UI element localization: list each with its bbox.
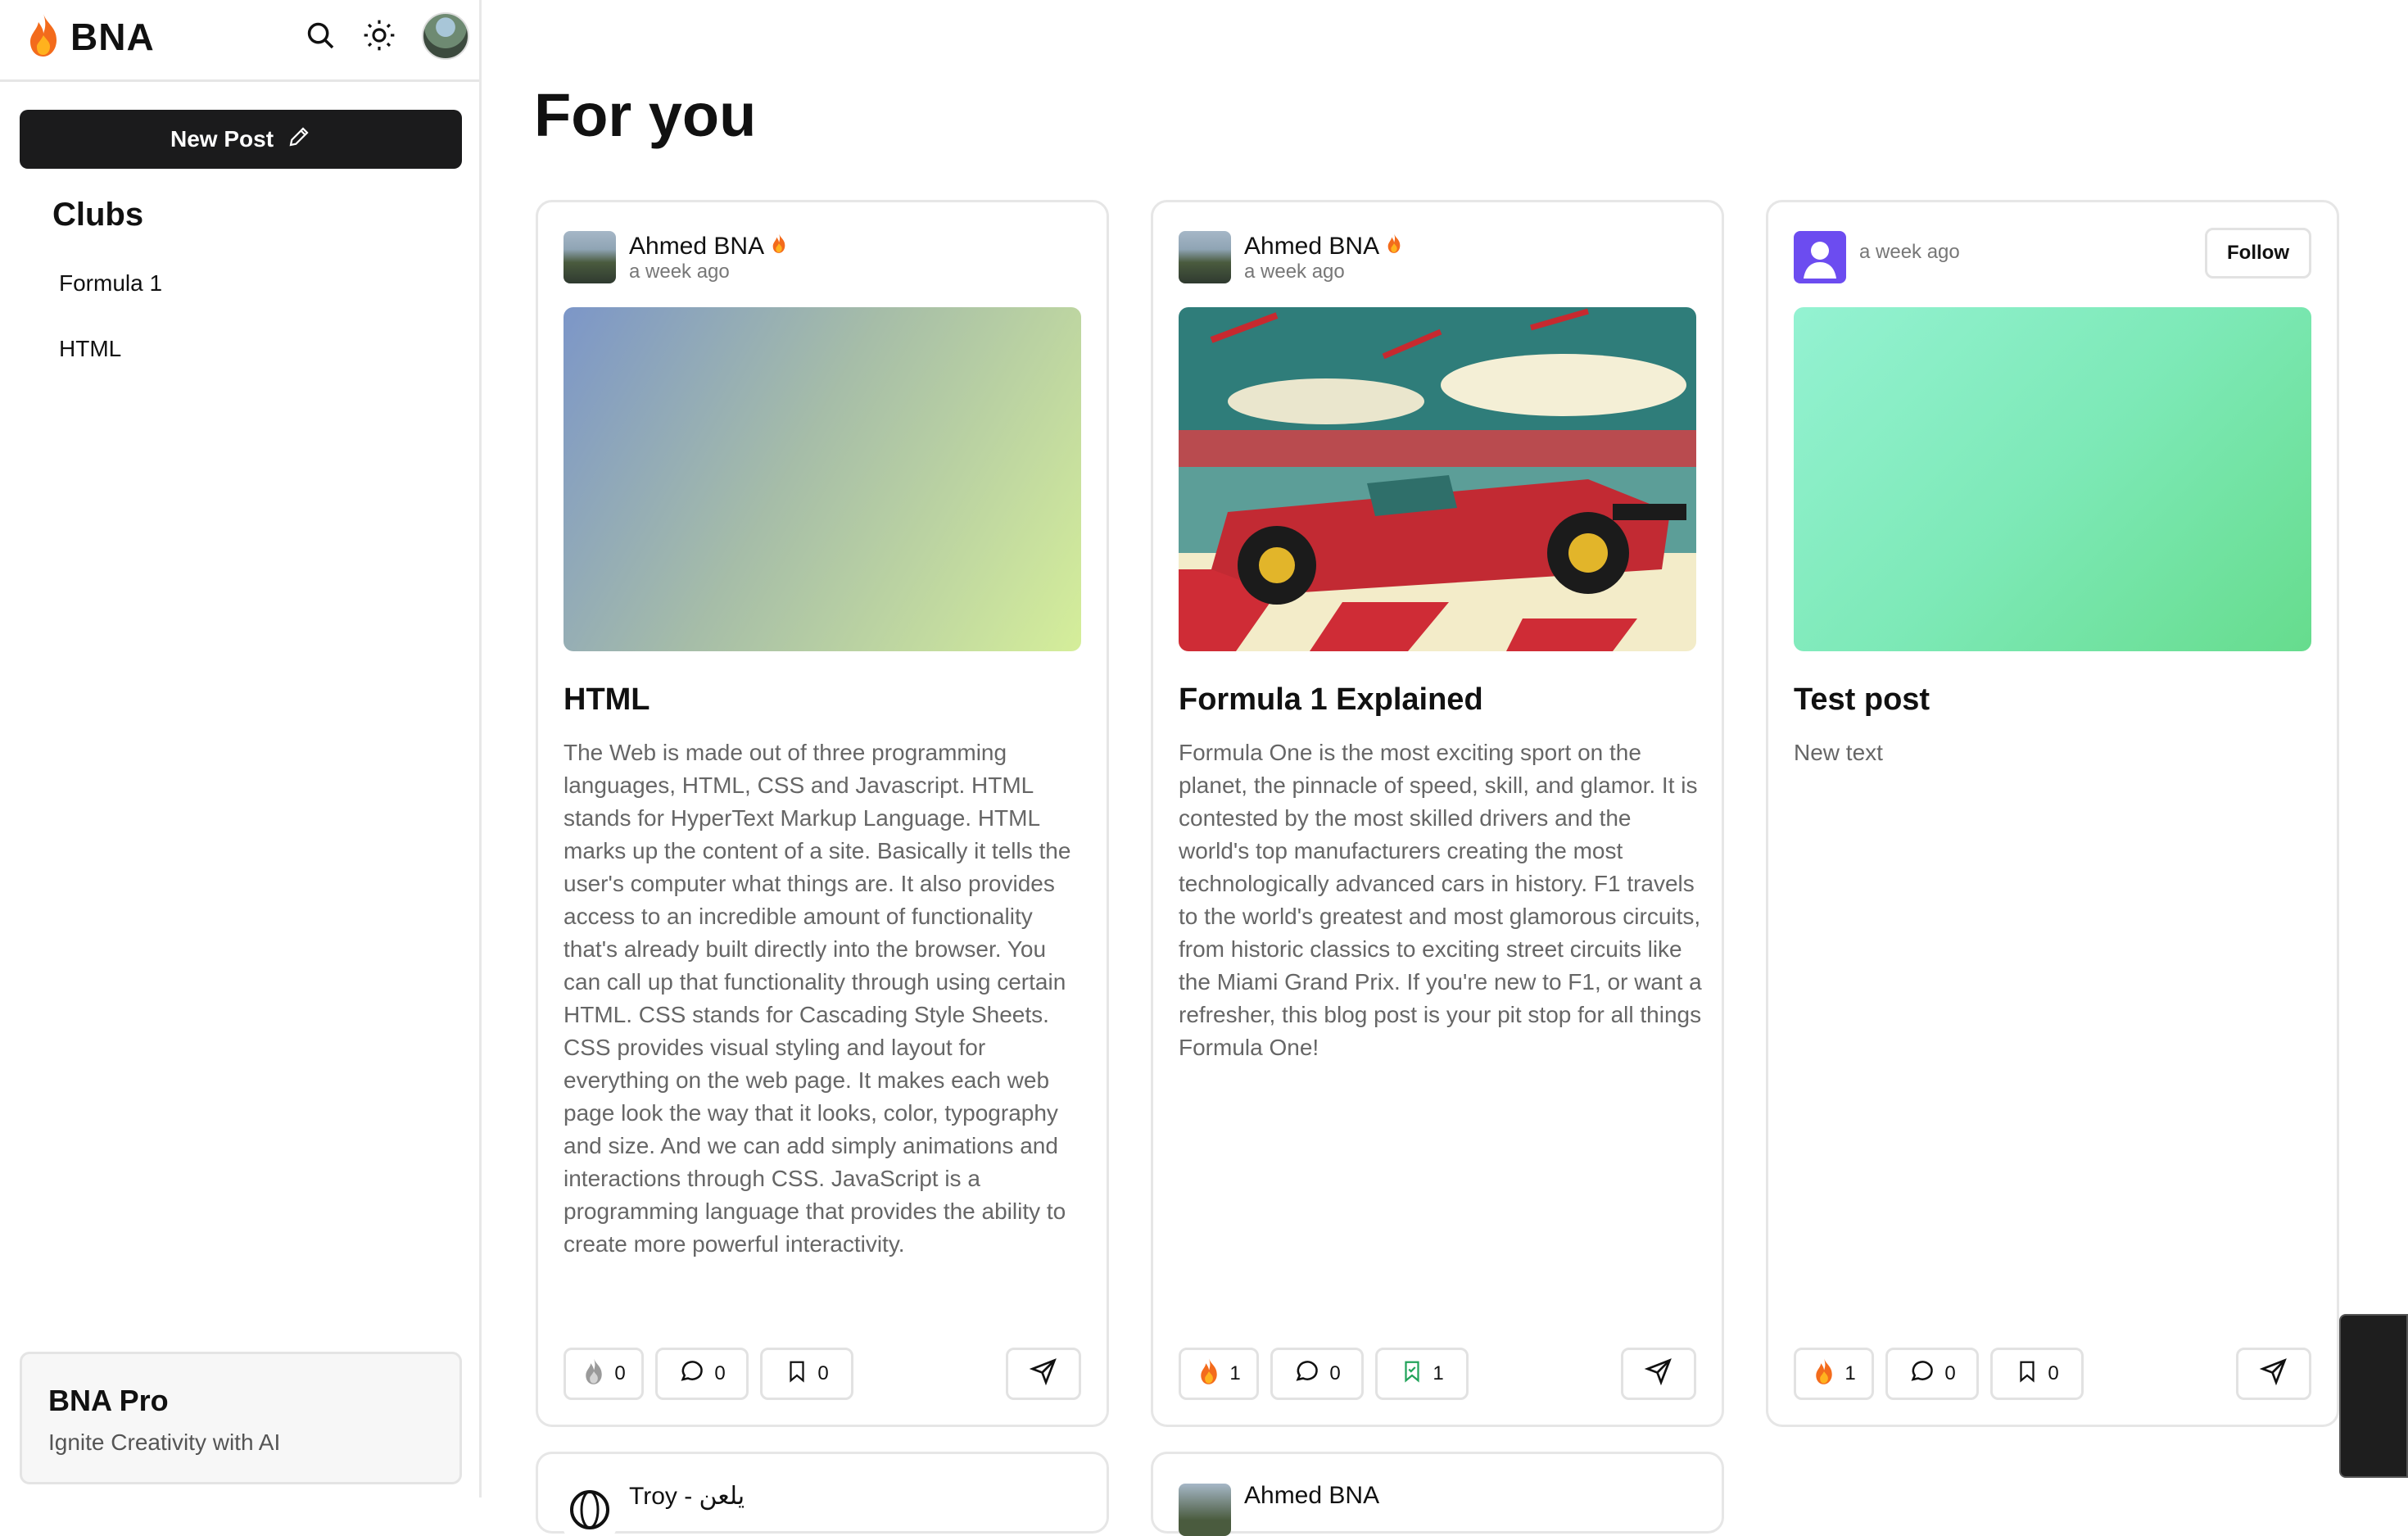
flame-icon [770, 233, 788, 260]
pencil-icon [287, 125, 311, 155]
comment-count: 0 [1944, 1362, 1956, 1384]
post-title[interactable]: HTML [564, 682, 650, 718]
post-title[interactable]: Test post [1794, 682, 1930, 718]
post-card[interactable]: Ahmed BNA a week ago Formula 1 Explained… [1151, 200, 1724, 1427]
post-card[interactable]: Ahmed BNA [1151, 1452, 1724, 1536]
page-title: For you [534, 81, 757, 149]
like-button[interactable]: 0 [564, 1348, 644, 1400]
search-icon[interactable] [301, 16, 339, 54]
bookmark-button[interactable]: 1 [1375, 1348, 1469, 1400]
comment-icon [1908, 1357, 1936, 1391]
post-actions: 0 0 0 [564, 1348, 1081, 1400]
comment-count: 0 [1329, 1362, 1341, 1384]
user-icon [1804, 242, 1836, 279]
follow-button[interactable]: Follow [2205, 228, 2311, 279]
share-button[interactable] [1621, 1348, 1696, 1400]
comment-button[interactable]: 0 [1270, 1348, 1364, 1400]
post-cover-image[interactable] [1794, 307, 2311, 651]
comment-count: 0 [714, 1362, 726, 1384]
share-button[interactable] [1006, 1348, 1081, 1400]
comment-icon [678, 1357, 706, 1391]
like-count: 1 [1229, 1362, 1241, 1384]
post-excerpt: The Web is made out of three programming… [564, 740, 1071, 1257]
flame-icon [1197, 1357, 1221, 1391]
user-avatar[interactable] [422, 12, 469, 60]
post-header: a week ago Follow [1794, 228, 2311, 287]
sun-icon[interactable] [360, 16, 398, 54]
like-button[interactable]: 1 [1794, 1348, 1874, 1400]
comment-button[interactable]: 0 [1885, 1348, 1979, 1400]
post-header: Ahmed BNA a week ago [564, 228, 1081, 287]
post-time: a week ago [629, 261, 730, 283]
bookmark-check-icon [1400, 1357, 1424, 1391]
race-car-illustration [1179, 307, 1696, 651]
comment-button[interactable]: 0 [655, 1348, 749, 1400]
post-excerpt: Formula One is the most exciting sport o… [1179, 740, 1702, 1060]
author-avatar[interactable] [564, 231, 616, 283]
author-name[interactable]: Ahmed BNA [629, 233, 788, 261]
bookmark-icon [785, 1357, 809, 1391]
post-excerpt: New text [1794, 740, 1883, 765]
pro-title: BNA Pro [48, 1384, 169, 1417]
pro-card[interactable]: BNA Pro Ignite Creativity with AI [20, 1352, 462, 1484]
author-avatar[interactable] [564, 1484, 616, 1536]
post-actions: 1 0 1 [1179, 1348, 1696, 1400]
globe-icon [570, 1490, 609, 1529]
brand-logo[interactable]: BNA [23, 8, 155, 66]
comment-icon [1293, 1357, 1321, 1391]
send-icon [1644, 1357, 1673, 1392]
new-post-label: New Post [170, 126, 274, 152]
post-card[interactable]: Ahmed BNA a week ago HTML The Web is mad… [536, 200, 1109, 1427]
post-card[interactable]: Troy - يلعن [536, 1452, 1109, 1536]
top-bar: BNA [0, 0, 479, 82]
flame-outline-icon [582, 1357, 606, 1391]
send-icon [1029, 1357, 1058, 1392]
new-post-button[interactable]: New Post [20, 110, 462, 169]
author-avatar[interactable] [1794, 231, 1846, 283]
flame-icon [1812, 1357, 1836, 1391]
post-title[interactable]: Formula 1 Explained [1179, 682, 1483, 718]
bookmark-count: 1 [1433, 1362, 1444, 1384]
post-cover-image[interactable] [564, 307, 1081, 651]
like-count: 0 [614, 1362, 626, 1384]
club-item-html[interactable]: HTML [59, 336, 121, 362]
pro-subtitle: Ignite Creativity with AI [48, 1430, 281, 1455]
floating-preview-thumbnail[interactable] [2339, 1314, 2408, 1478]
post-header: Ahmed BNA a week ago [1179, 228, 1696, 287]
club-item-formula-1[interactable]: Formula 1 [59, 270, 162, 297]
share-button[interactable] [2236, 1348, 2311, 1400]
clubs-heading: Clubs [52, 197, 144, 233]
like-count: 1 [1844, 1362, 1856, 1384]
bookmark-count: 0 [2048, 1362, 2059, 1384]
sidebar: BNA New Post Clubs Formula 1 HTML BNA Pr… [0, 0, 482, 1497]
flame-icon [23, 12, 64, 62]
post-time: a week ago [1859, 241, 1960, 263]
bookmark-icon [2015, 1357, 2039, 1391]
flame-icon [1385, 233, 1403, 260]
bookmark-button[interactable]: 0 [1990, 1348, 2084, 1400]
brand-name: BNA [70, 16, 155, 58]
post-card[interactable]: a week ago Follow Test post New text 1 0… [1766, 200, 2339, 1427]
bookmark-count: 0 [817, 1362, 829, 1384]
post-cover-image[interactable] [1179, 307, 1696, 651]
bookmark-button[interactable]: 0 [760, 1348, 853, 1400]
send-icon [2259, 1357, 2288, 1392]
author-name[interactable]: Ahmed BNA [1244, 233, 1403, 261]
author-name[interactable]: Troy - يلعن [629, 1482, 745, 1511]
post-time: a week ago [1244, 261, 1345, 283]
author-name[interactable]: Ahmed BNA [1244, 1482, 1379, 1510]
like-button[interactable]: 1 [1179, 1348, 1259, 1400]
author-avatar[interactable] [1179, 231, 1231, 283]
post-actions: 1 0 0 [1794, 1348, 2311, 1400]
author-avatar[interactable] [1179, 1484, 1231, 1536]
